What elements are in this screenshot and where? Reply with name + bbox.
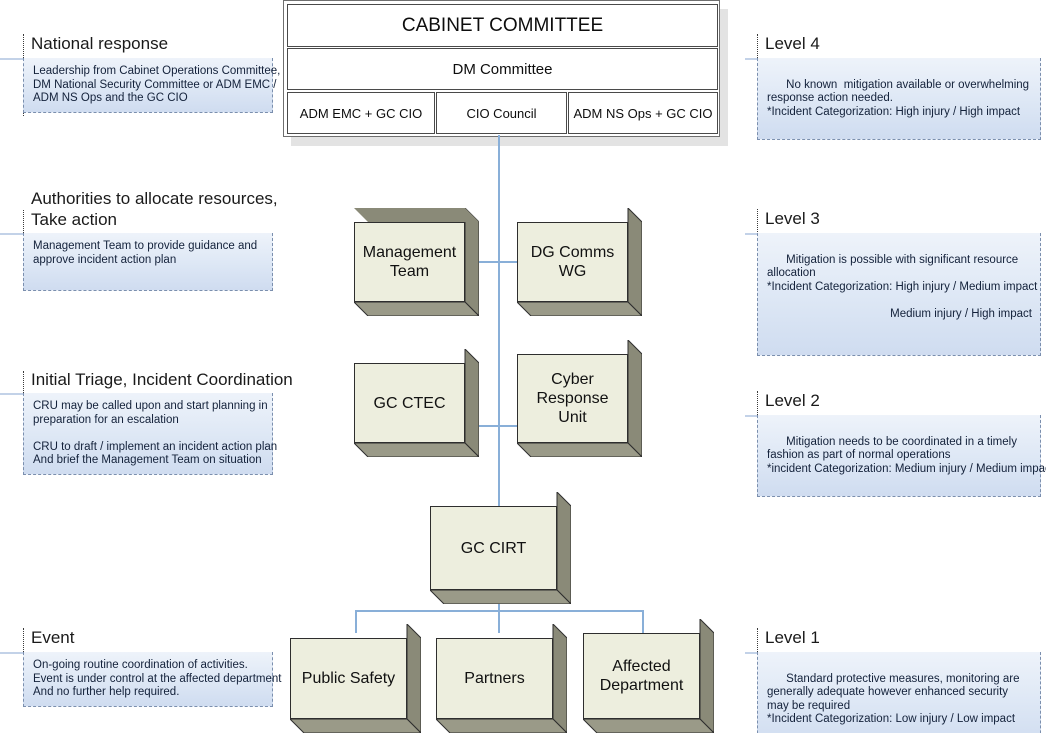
node-partners[interactable]: Partners bbox=[436, 624, 567, 733]
annotation-body: Mitigation is possible with significant … bbox=[757, 233, 1041, 356]
annotation-heading: Event bbox=[31, 628, 75, 647]
cio-council-cell[interactable]: CIO Council bbox=[436, 92, 567, 134]
node-gc-ctec[interactable]: GC CTEC bbox=[354, 349, 479, 457]
annotation-body-text: Mitigation needs to be coordinated in a … bbox=[767, 435, 1046, 475]
node-label: Partners bbox=[436, 638, 553, 719]
annotation-body: Management Team to provide guidance and … bbox=[23, 233, 273, 291]
annotation-heading: Authorities to allocate resources, Take … bbox=[31, 189, 278, 229]
diagram-canvas: CABINET COMMITTEE DM Committee ADM EMC +… bbox=[0, 0, 1046, 733]
annotation-body: On-going routine coordination of activit… bbox=[23, 652, 281, 707]
connector-spine-lower bbox=[498, 403, 500, 500]
annotation-body-text: Standard protective measures, monitoring… bbox=[767, 672, 1020, 726]
connector-spine-mid bbox=[498, 263, 500, 403]
connector-arm-management-team bbox=[478, 261, 500, 263]
cabinet-committee-cell[interactable]: CABINET COMMITTEE bbox=[287, 4, 718, 47]
annotation-body-text: No known mitigation available or overwhe… bbox=[767, 78, 1030, 118]
dm-committee-cell[interactable]: DM Committee bbox=[287, 48, 718, 90]
annotation-heading: Initial Triage, Incident Coordination bbox=[31, 370, 293, 389]
annotation-body: No known mitigation available or overwhe… bbox=[757, 58, 1041, 140]
annotation-heading: Level 3 bbox=[765, 209, 820, 228]
node-cyber-response-unit[interactable]: Cyber Response Unit bbox=[517, 340, 642, 457]
node-dg-comms-wg[interactable]: DG Comms WG bbox=[517, 208, 642, 316]
annotation-body: Leadership from Cabinet Operations Commi… bbox=[23, 58, 280, 113]
node-label: Public Safety bbox=[290, 638, 407, 719]
node-label: DG Comms WG bbox=[517, 222, 628, 302]
node-label: Management Team bbox=[354, 222, 465, 302]
annotation-body-secondline: Medium injury / High impact bbox=[890, 307, 1032, 320]
node-label: Cyber Response Unit bbox=[517, 354, 628, 443]
annotation-heading: Level 1 bbox=[765, 628, 820, 647]
annotation-heading: Level 2 bbox=[765, 391, 820, 410]
connector-arm-gc-ctec bbox=[478, 425, 500, 427]
adm-emc-gc-cio-cell[interactable]: ADM EMC + GC CIO bbox=[287, 92, 435, 134]
node-label: GC CTEC bbox=[354, 363, 465, 443]
annotation-body: CRU may be called upon and start plannin… bbox=[23, 393, 277, 475]
node-affected-department[interactable]: Affected Department bbox=[583, 619, 714, 733]
annotation-body: Mitigation needs to be coordinated in a … bbox=[757, 415, 1046, 497]
adm-ns-ops-gc-cio-cell[interactable]: ADM NS Ops + GC CIO bbox=[568, 92, 718, 134]
top-structure-container: CABINET COMMITTEE DM Committee ADM EMC +… bbox=[283, 0, 720, 137]
node-label: Affected Department bbox=[583, 633, 700, 719]
annotation-body: Standard protective measures, monitoring… bbox=[757, 652, 1041, 733]
node-public-safety[interactable]: Public Safety bbox=[290, 624, 421, 733]
node-label: GC CIRT bbox=[430, 506, 557, 590]
node-management-team[interactable]: Management Team bbox=[354, 208, 479, 316]
annotation-heading: Level 4 bbox=[765, 34, 820, 53]
annotation-heading: National response bbox=[31, 34, 169, 53]
connector-spine-top bbox=[498, 135, 500, 263]
annotation-body-text: Mitigation is possible with significant … bbox=[767, 253, 1038, 293]
node-gc-cirt[interactable]: GC CIRT bbox=[430, 492, 571, 604]
